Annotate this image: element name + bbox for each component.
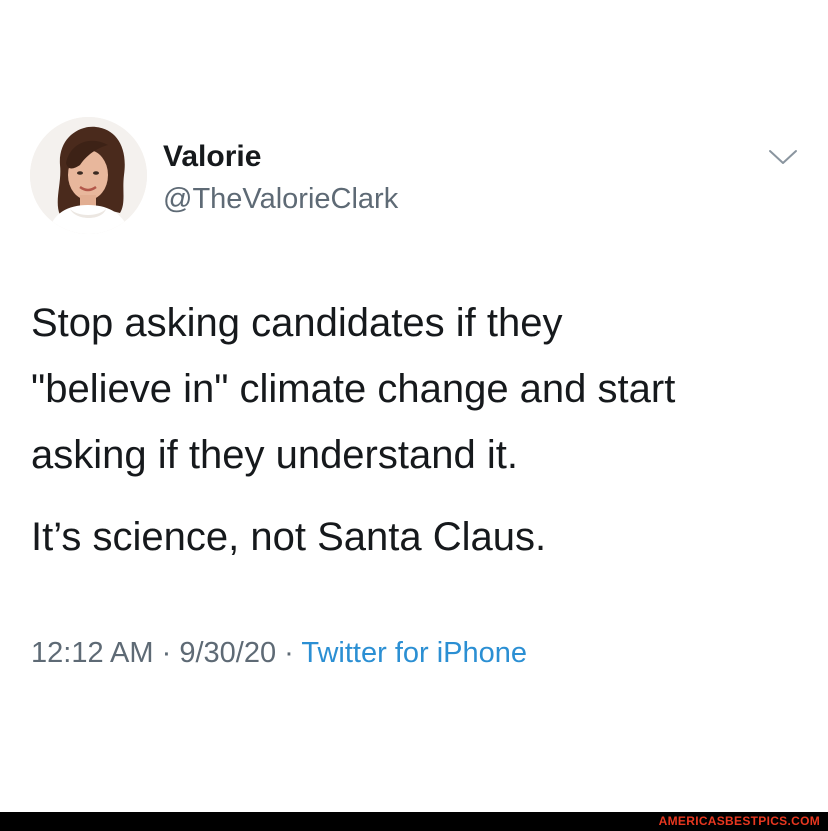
tweet-metadata: 12:12 AM · 9/30/20 · Twitter for iPhone <box>31 633 527 673</box>
chevron-down-icon[interactable] <box>768 148 798 166</box>
tweet-line: asking if they understand it. <box>31 433 518 477</box>
tweet-line: Stop asking candidates if they <box>31 301 563 345</box>
tweet-source-link[interactable]: Twitter for iPhone <box>301 637 527 669</box>
tweet-line: "believe in" climate change and start <box>31 367 676 411</box>
watermark-text: AMERICASBESTPICS.COM <box>658 814 820 828</box>
tweet-paragraph: It’s science, not Santa Claus. <box>31 504 811 570</box>
watermark-bar: AMERICASBESTPICS.COM <box>0 812 828 831</box>
tweet-text: Stop asking candidates if they "believe … <box>31 290 811 570</box>
separator: · <box>284 637 294 669</box>
tweet-line: It’s science, not Santa Claus. <box>31 515 547 559</box>
avatar[interactable] <box>30 117 147 234</box>
tweet-paragraph: Stop asking candidates if they "believe … <box>31 290 811 488</box>
display-name[interactable]: Valorie <box>163 139 261 175</box>
user-handle[interactable]: @TheValorieClark <box>163 181 398 217</box>
profile-photo <box>30 117 147 234</box>
tweet-date[interactable]: 9/30/20 <box>179 637 276 669</box>
separator: · <box>161 637 172 669</box>
tweet-time[interactable]: 12:12 AM <box>31 637 154 669</box>
